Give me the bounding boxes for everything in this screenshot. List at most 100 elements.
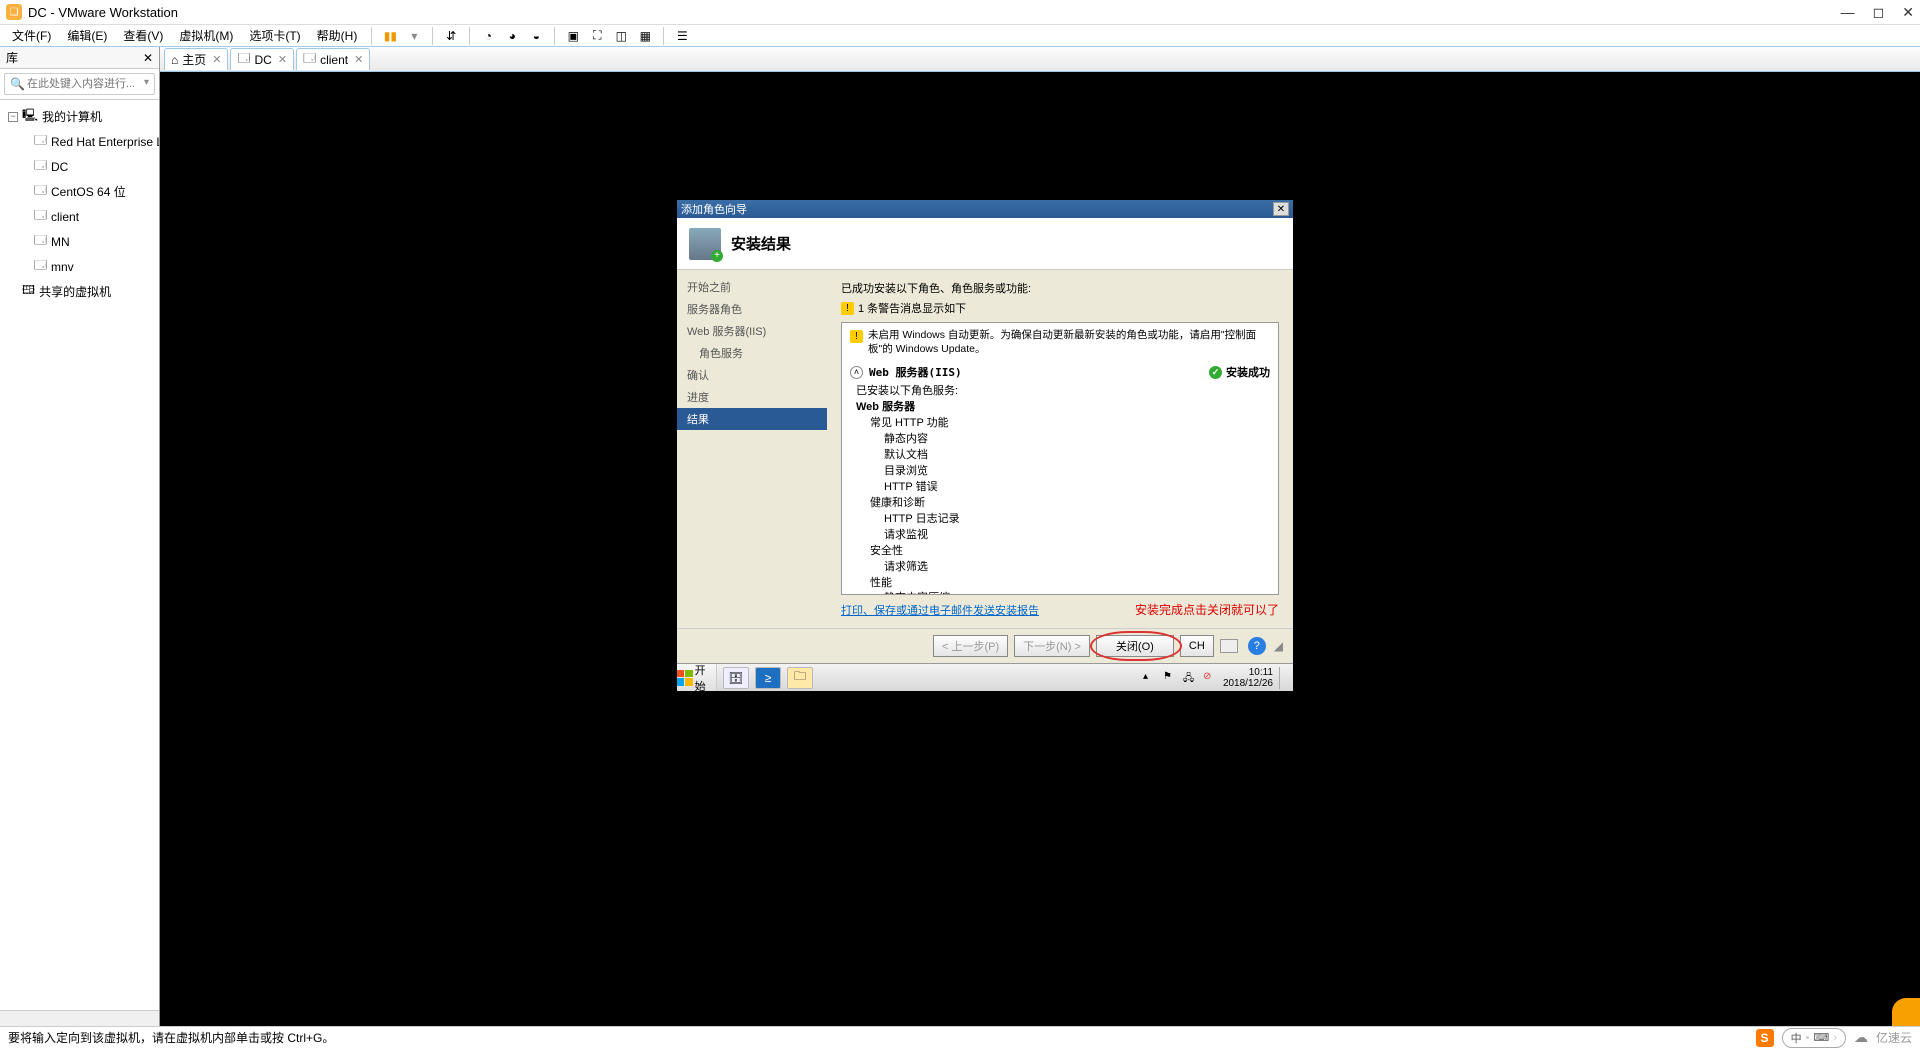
menu-view[interactable]: 查看(V) — [117, 25, 169, 46]
resize-grip-icon[interactable]: ◢ — [1274, 639, 1283, 653]
menubar: 文件(F) 编辑(E) 查看(V) 虚拟机(M) 选项卡(T) 帮助(H) ▮▮… — [0, 25, 1920, 47]
vm-item-client[interactable]: 🗔client — [0, 204, 159, 229]
maximize-button[interactable]: ◻ — [1873, 4, 1885, 21]
keyboard-icon[interactable] — [1220, 639, 1238, 653]
tray-volume-icon[interactable]: ⊘ — [1203, 671, 1217, 685]
corner-badge-icon — [1892, 998, 1920, 1026]
lang-indicator[interactable]: CH — [1180, 635, 1214, 657]
nav-result[interactable]: 结果 — [677, 408, 827, 430]
menu-file[interactable]: 文件(F) — [6, 25, 57, 46]
vm-label: MN — [51, 235, 70, 249]
nav-iis[interactable]: Web 服务器(IIS) — [677, 320, 827, 342]
pinned-server-manager[interactable]: 🗄 — [723, 667, 749, 689]
vm-item-mnv[interactable]: 🗔mnv — [0, 254, 159, 279]
fullscreen-button[interactable]: ⛶ — [587, 27, 607, 45]
ime-indicator[interactable]: 中 • ⌨ › — [1782, 1028, 1846, 1048]
tray-time: 10:11 — [1223, 667, 1273, 678]
tray-date: 2018/12/26 — [1223, 678, 1273, 689]
pause-button[interactable]: ▮▮ — [380, 27, 400, 45]
tab-dc[interactable]: 🗔 DC ✕ — [230, 48, 294, 70]
vm-item-mn[interactable]: 🗔 MN — [0, 229, 159, 254]
start-button[interactable]: 开始 — [677, 664, 717, 691]
dialog-close-button[interactable]: ✕ — [1273, 202, 1289, 216]
nav-progress[interactable]: 进度 — [677, 386, 827, 408]
separator — [432, 27, 433, 45]
prev-button: < 上一步(P) — [933, 635, 1008, 657]
report-link[interactable]: 打印、保存或通过电子邮件发送安装报告 — [841, 602, 1039, 618]
vm-icon: 🗔 — [34, 131, 47, 152]
minimize-button[interactable]: — — [1841, 4, 1855, 21]
library-button[interactable]: ☰ — [672, 27, 692, 45]
vmware-icon: ❏ — [6, 4, 22, 20]
power-dropdown[interactable]: ▾ — [404, 27, 424, 45]
library-search-input[interactable] — [4, 73, 155, 95]
tree-root-mycomputer[interactable]: − 🖳 我的计算机 — [0, 104, 159, 129]
vm-item-centos[interactable]: 🗔CentOS 64 位 — [0, 179, 159, 204]
tree-shared[interactable]: 🖽 共享的虚拟机 — [0, 279, 159, 304]
menu-help[interactable]: 帮助(H) — [311, 25, 364, 46]
nav-role[interactable]: 服务器角色 — [677, 298, 827, 320]
vm-display[interactable]: 添加角色向导 ✕ 安装结果 开始之前 服务器角色 Web 服务器(IIS) 角色… — [160, 72, 1920, 1026]
dialog-title: 添加角色向导 — [681, 201, 1273, 217]
nav-before[interactable]: 开始之前 — [677, 276, 827, 298]
dialog-titlebar[interactable]: 添加角色向导 ✕ — [677, 200, 1293, 218]
vm-icon: 🗔 — [34, 206, 47, 227]
vm-icon: 🗔 — [34, 231, 47, 252]
success-icon: ✓ — [1209, 366, 1222, 379]
show-desktop-button[interactable] — [1279, 667, 1287, 689]
help-icon[interactable]: ? — [1248, 637, 1266, 655]
nav-roleservice[interactable]: 角色服务 — [677, 342, 827, 364]
main-area: ⌂ 主页 ✕ 🗔 DC ✕ 🗔 client ✕ 添加角色向导 ✕ — [160, 47, 1920, 1026]
tray-flag-icon[interactable]: ⚑ — [1163, 671, 1177, 685]
add-roles-wizard-dialog: 添加角色向导 ✕ 安装结果 开始之前 服务器角色 Web 服务器(IIS) 角色… — [677, 200, 1293, 663]
close-button[interactable]: 关闭(O) — [1096, 635, 1174, 657]
tray-network-icon[interactable]: 🖧 — [1183, 671, 1197, 685]
list-item: 请求监视 — [856, 528, 1270, 544]
system-tray: ▴ ⚑ 🖧 ⊘ 10:11 2018/12/26 — [1137, 667, 1293, 689]
separator — [554, 27, 555, 45]
vm-item-dc[interactable]: 🗔DC — [0, 154, 159, 179]
sidebar-scrollbar[interactable] — [0, 1010, 159, 1026]
sogou-ime-icon[interactable]: S — [1756, 1029, 1774, 1047]
nav-confirm[interactable]: 确认 — [677, 364, 827, 386]
list-item: 常见 HTTP 功能 — [856, 416, 1270, 432]
tab-label: client — [320, 53, 348, 67]
collapse-icon[interactable]: ˄ — [850, 366, 863, 379]
fit-guest-button[interactable]: ▣ — [563, 27, 583, 45]
wizard-nav: 开始之前 服务器角色 Web 服务器(IIS) 角色服务 确认 进度 结果 — [677, 270, 827, 628]
menu-tabs[interactable]: 选项卡(T) — [243, 25, 306, 46]
statusbar: 要将输入定向到该虚拟机，请在虚拟机内部单击或按 Ctrl+G。 S 中 • ⌨ … — [0, 1026, 1920, 1048]
home-icon: ⌂ — [171, 53, 178, 67]
snapshot-revert-button[interactable]: ◕ — [502, 27, 522, 45]
status-message: 要将输入定向到该虚拟机，请在虚拟机内部单击或按 Ctrl+G。 — [8, 1029, 334, 1046]
menu-edit[interactable]: 编辑(E) — [61, 25, 113, 46]
unity-button[interactable]: ◫ — [611, 27, 631, 45]
separator — [663, 27, 664, 45]
pinned-powershell[interactable]: ≥ — [755, 667, 781, 689]
ime-mode: 中 — [1791, 1030, 1802, 1046]
search-dropdown-icon[interactable]: ▾ — [144, 77, 149, 88]
tab-home[interactable]: ⌂ 主页 ✕ — [164, 48, 228, 70]
vm-label: DC — [51, 160, 68, 174]
tab-client[interactable]: 🗔 client ✕ — [296, 48, 370, 70]
snapshot-manager-button[interactable]: ◒ — [526, 27, 546, 45]
tray-clock[interactable]: 10:11 2018/12/26 — [1223, 667, 1273, 689]
vm-item-redhat[interactable]: 🗔Red Hat Enterprise L — [0, 129, 159, 154]
vm-icon: 🗔 — [34, 181, 47, 202]
tab-close-icon[interactable]: ✕ — [354, 53, 363, 66]
sidebar-title: 库 — [6, 49, 18, 66]
role-name: Web 服务器(IIS) — [869, 364, 962, 380]
thumbnail-button[interactable]: ▦ — [635, 27, 655, 45]
sidebar-close-icon[interactable]: ✕ — [143, 51, 153, 65]
collapse-icon[interactable]: − — [8, 112, 18, 122]
tab-close-icon[interactable]: ✕ — [278, 53, 287, 66]
snapshot-button[interactable]: ◔ — [478, 27, 498, 45]
pinned-explorer[interactable]: 🗀 — [787, 667, 813, 689]
close-button[interactable]: ✕ — [1902, 4, 1914, 21]
menu-vm[interactable]: 虚拟机(M) — [173, 25, 239, 46]
tab-close-icon[interactable]: ✕ — [212, 53, 221, 66]
send-cad-button[interactable]: ⇵ — [441, 27, 461, 45]
tray-up-icon[interactable]: ▴ — [1143, 671, 1157, 685]
list-item: 已安装以下角色服务: — [856, 384, 1270, 400]
next-button: 下一步(N) > — [1014, 635, 1090, 657]
